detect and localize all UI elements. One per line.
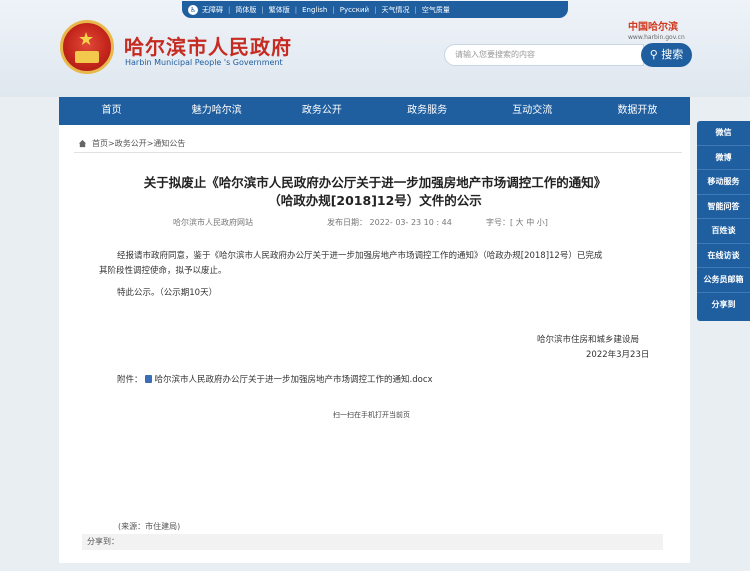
main-nav: 首页 魅力哈尔滨 政务公开 政务服务 互动交流 数据开放 [59,97,690,125]
search-button-label: 搜索 [661,48,684,61]
font-size-selector[interactable]: 字号：[ 大 中 小] [486,217,548,228]
attachment-label: 附件： [117,375,143,385]
search-icon: ⚲ [649,48,658,61]
site-title[interactable]: 哈尔滨市人民政府 [124,31,292,60]
attachment-row: 附件： 哈尔滨市人民政府办公厅关于进一步加强房地产市场调控工作的通知.docx [117,373,433,385]
topbar-item-accessibility[interactable]: 无障碍 [202,5,223,15]
article-paragraph-1b: 其阶段性调控使命，拟予以废止。 [99,266,227,276]
article-publish-time: 发布日期： 2022- 03- 23 10 : 44 [327,218,452,227]
search-input[interactable]: 请输入您要搜索的内容 [444,44,644,66]
topbar-item-air-quality[interactable]: 空气质量 [422,5,450,15]
breadcrumb: 首页>政务公开>通知公告 [78,138,185,149]
side-item-online-interview[interactable]: 在线访谈 [697,244,750,268]
site-subtitle: Harbin Municipal People 's Government [125,58,283,67]
article-paragraph-1a: 经报请市政府同意，鉴于《哈尔滨市人民政府办公厅关于进一步加强房地产市场调控工作的… [117,251,603,261]
qr-code-note[interactable]: 扫一扫在手机打开当前页 [333,410,410,420]
nav-item-gov-affairs-public[interactable]: 政务公开 [269,97,374,125]
side-item-public-talk[interactable]: 百姓谈 [697,219,750,244]
topbar-item-simplified[interactable]: 简体版 [235,5,256,15]
signature-date: 2022年3月23日 [586,350,650,360]
topbar-item-weather[interactable]: 天气情况 [381,5,409,15]
nav-item-home[interactable]: 首页 [59,97,164,125]
logo-text: 中国哈尔滨 [628,22,678,33]
share-label: 分享到： [87,537,119,546]
breadcrumb-divider [74,152,682,153]
side-item-civil-mail[interactable]: 公务员邮箱 [697,268,750,293]
search-button[interactable]: ⚲ 搜索 [641,43,692,67]
side-panel: 微信 微博 移动服务 智能问答 百姓谈 在线访谈 公务员邮箱 分享到 [697,121,750,321]
share-bar: 分享到： [82,534,663,550]
side-item-wechat[interactable]: 微信 [697,121,750,146]
nav-item-interaction[interactable]: 互动交流 [480,97,585,125]
article-title-line2: （哈政办规[2018]12号）文件的公示 [268,193,482,208]
article-title-line1: 关于拟废止《哈尔滨市人民政府办公厅关于进一步加强房地产市场调控工作的通知》 [143,175,607,190]
document-icon [144,375,152,383]
nav-item-gov-services[interactable]: 政务服务 [375,97,480,125]
national-emblem-icon: ★ [60,20,114,74]
logo-url: www.harbin.gov.cn [628,34,685,41]
accessibility-icon[interactable]: ♿ [188,4,198,15]
home-icon [78,139,87,148]
nav-item-charm-harbin[interactable]: 魅力哈尔滨 [164,97,269,125]
nav-item-open-data[interactable]: 数据开放 [585,97,690,125]
article-paragraph-2: 特此公示。（公示期10天） [117,288,218,298]
topbar-item-english[interactable]: English [302,6,327,14]
breadcrumb-text[interactable]: 首页>政务公开>通知公告 [92,138,185,149]
article-source-note: (来源：市住建局) [118,522,181,531]
top-utility-bar: ♿ 无障碍 | 简体版 | 繁体版 | English | Русский | … [182,1,568,18]
signature-org: 哈尔滨市住房和城乡建设局 [537,335,640,345]
attachment-link[interactable]: 哈尔滨市人民政府办公厅关于进一步加强房地产市场调控工作的通知.docx [155,373,433,385]
side-item-weibo[interactable]: 微博 [697,146,750,170]
topbar-item-traditional[interactable]: 繁体版 [269,5,290,15]
side-item-smart-qa[interactable]: 智能问答 [697,195,750,219]
article-source-site: 哈尔滨市人民政府网站 [173,218,253,227]
side-item-mobile-service[interactable]: 移动服务 [697,170,750,195]
side-item-share[interactable]: 分享到 [697,293,750,318]
harbin-logo[interactable]: 中国哈尔滨 www.harbin.gov.cn [628,18,692,41]
topbar-item-russian[interactable]: Русский [340,6,369,14]
